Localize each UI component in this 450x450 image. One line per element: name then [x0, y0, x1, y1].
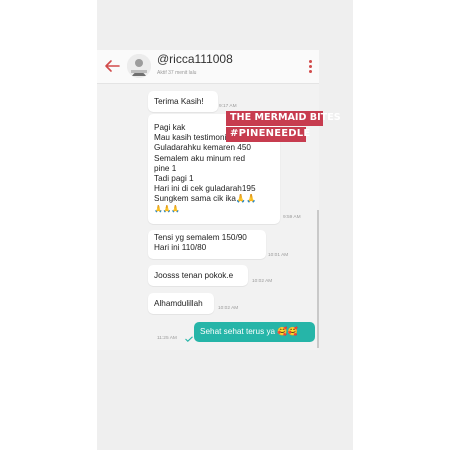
- message-line: Guladarahku kemaren 450: [154, 143, 251, 153]
- sent-message[interactable]: Sehat sehat terus ya 🥰🥰: [194, 322, 315, 342]
- story-sticker-hashtag: #PINENEEDLE: [226, 127, 310, 142]
- message-line: 🙏🙏🙏: [154, 205, 181, 213]
- message-text: Terima Kasih!: [154, 97, 204, 106]
- scrollbar[interactable]: [317, 210, 319, 348]
- message-line: Semalem aku minum red: [154, 153, 246, 163]
- received-message[interactable]: Terima Kasih!: [148, 91, 218, 112]
- avatar-image: [127, 54, 151, 78]
- more-vert-icon[interactable]: [309, 60, 313, 74]
- read-check-icon: [185, 336, 193, 342]
- chat-header: @ricca111008 Aktif 37 menit lalu: [97, 50, 319, 84]
- message-text: Joosss tenan pokok.e: [154, 271, 234, 280]
- message-time: 10:02 AM: [252, 279, 273, 284]
- chat-status: Aktif 37 menit lalu: [157, 70, 197, 76]
- message-time: 10:01 AM: [268, 253, 289, 258]
- message-time: 9:59 AM: [283, 215, 301, 220]
- avatar[interactable]: [127, 54, 151, 78]
- received-message[interactable]: Alhamdulillah: [148, 293, 214, 314]
- message-line: Sungkem sama cik ika🙏🙏: [154, 194, 257, 204]
- message-time: 10:02 AM: [218, 306, 239, 311]
- message-line: Tensi yg semalem 150/90: [154, 233, 247, 242]
- message-text: Alhamdulillah: [154, 299, 203, 308]
- message-line: Tadi pagi 1: [154, 174, 194, 184]
- message-line: Hari ini di cek guladarah195: [154, 184, 256, 194]
- received-message[interactable]: Joosss tenan pokok.e: [148, 265, 248, 286]
- back-arrow-icon[interactable]: [103, 58, 121, 74]
- sent-message-time: 11:25 AM: [157, 336, 177, 341]
- story-sticker-title: THE MERMAID BITES: [226, 111, 341, 126]
- received-message[interactable]: Tensi yg semalem 150/90 Hari ini 110/80: [148, 230, 266, 259]
- message-line: pine 1: [154, 163, 177, 173]
- message-time: 9:17 AM: [219, 104, 237, 109]
- chat-username[interactable]: @ricca111008: [157, 52, 233, 66]
- message-line: Hari ini 110/80: [154, 243, 207, 253]
